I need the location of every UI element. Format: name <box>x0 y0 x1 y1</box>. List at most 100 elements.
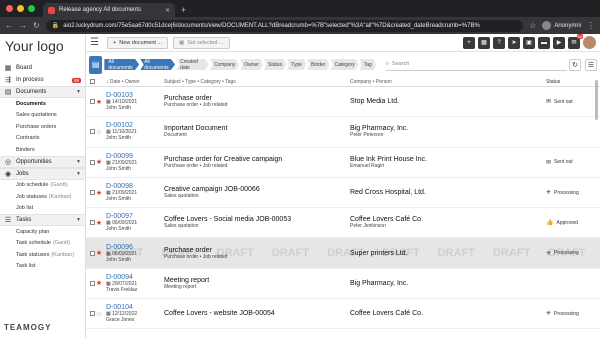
sidebar-subitem[interactable]: Purchase orders <box>0 121 85 133</box>
filter-crumb[interactable]: Owner <box>240 59 263 70</box>
filter-crumb[interactable]: Company <box>209 59 240 70</box>
chat-icon[interactable]: ▬ <box>538 36 550 49</box>
collapse-caret-icon[interactable]: ▼ <box>76 159 81 165</box>
select-all-checkbox[interactable] <box>90 79 95 84</box>
subject-text[interactable]: Creative campaign JOB-00066 <box>164 186 350 193</box>
sidebar-item[interactable]: ⇶ In process 88 <box>0 74 85 86</box>
hamburger-icon[interactable]: ☰ <box>90 37 102 48</box>
filter-crumb[interactable]: All documents <box>140 59 176 70</box>
star-filled-icon[interactable]: ★ <box>94 249 104 257</box>
reload-icon[interactable]: ↻ <box>33 21 40 30</box>
subject-text[interactable]: Purchase order <box>164 247 350 254</box>
subject-text[interactable]: Coffee Lovers - website JOB-00054 <box>164 310 350 317</box>
table-row[interactable]: ★ D-00097 ▦ 06/09/2021 John Smith Coffee… <box>86 208 600 239</box>
subject-text[interactable]: Coffee Lovers - Social media JOB-00053 <box>164 216 350 223</box>
account-chip[interactable]: Anonymni <box>542 21 581 30</box>
sidebar-subitem[interactable]: Job list <box>0 203 85 215</box>
filter-crumb[interactable]: Binder <box>307 59 330 70</box>
document-number-link[interactable]: D-00097 <box>106 213 156 220</box>
document-number-link[interactable]: D-00102 <box>106 122 156 129</box>
sidebar-subitem[interactable]: Task list <box>0 261 85 273</box>
set-selected-button[interactable]: ▦ Set selected ... <box>173 36 230 49</box>
document-number-link[interactable]: D-00104 <box>106 304 156 311</box>
table-row[interactable]: ★ D-00103 ▦ 14/10/2021 John Smith Purcha… <box>86 87 600 118</box>
sidebar-item[interactable]: ☰ Tasks ▼ <box>0 214 85 226</box>
header-subject[interactable]: Subject • Type • Category • Tags <box>156 79 350 85</box>
table-row[interactable]: ★ D-00094 ▦ 29/07/2021 Travis Freklaz Me… <box>86 269 600 300</box>
company-name[interactable]: Red Cross Hospital, Ltd. <box>350 189 544 196</box>
sidebar-item[interactable]: ▦ Board <box>0 62 85 74</box>
collapse-caret-icon[interactable]: ▼ <box>76 217 81 223</box>
company-name[interactable]: Coffee Lovers Café Co. <box>350 216 544 223</box>
header-number[interactable]: ↓ Date • Owner <box>104 79 156 85</box>
filter-crumb[interactable]: All documents <box>104 59 140 70</box>
table-row[interactable]: ★ D-00099 ▦ 21/09/2021 John Smith Purcha… <box>86 148 600 178</box>
star-filled-icon[interactable]: ★ <box>94 189 104 197</box>
sidebar-subitem[interactable]: Documents <box>0 98 85 110</box>
filter-crumb[interactable]: Tag <box>359 59 376 70</box>
document-number-link[interactable]: D-00096 <box>106 244 156 251</box>
list-view-icon[interactable]: ☰ <box>585 58 597 71</box>
subject-text[interactable]: Meeting report <box>164 277 350 284</box>
document-number-link[interactable]: D-00098 <box>106 183 156 190</box>
back-icon[interactable]: ← <box>5 21 13 30</box>
send-icon[interactable]: ➤ <box>508 36 520 49</box>
document-number-link[interactable]: D-00094 <box>106 274 156 281</box>
new-tab-button[interactable]: + <box>181 3 186 17</box>
notifications-icon[interactable]: ✉ 88 <box>568 33 583 49</box>
company-name[interactable]: Big Pharmacy, Inc. <box>350 280 544 287</box>
subject-text[interactable]: Important Document <box>164 125 350 132</box>
star-filled-icon[interactable]: ★ <box>94 158 104 166</box>
close-window-icon[interactable] <box>6 5 13 12</box>
subject-text[interactable]: Purchase order for Creative campaign <box>164 156 350 163</box>
table-row[interactable]: ★ D-00096 ▦ 06/09/2021 John Smith Purcha… <box>86 238 600 269</box>
collapse-caret-icon[interactable]: ▼ <box>76 171 81 177</box>
table-row[interactable]: ★ D-00098 ▦ 21/09/2021 John Smith Creati… <box>86 178 600 209</box>
new-document-button[interactable]: + New document ... <box>107 36 169 49</box>
sidebar-subitem[interactable]: Job statuses (Kanban) <box>0 191 85 203</box>
search-field[interactable]: ⌕ Search <box>385 59 567 71</box>
star-empty-icon[interactable]: ☆ <box>94 310 104 318</box>
sidebar-item[interactable]: ▤ Documents ▼ <box>0 86 85 98</box>
document-number-link[interactable]: D-00099 <box>106 153 156 160</box>
company-name[interactable]: Super printers Ltd. <box>350 250 544 257</box>
sidebar-item[interactable]: ◉ Jobs ▼ <box>0 167 85 180</box>
sidebar-subitem[interactable]: Contracts <box>0 133 85 145</box>
star-filled-icon[interactable]: ★ <box>94 98 104 106</box>
refresh-icon[interactable]: ↻ <box>569 58 581 71</box>
minimize-window-icon[interactable] <box>17 5 24 12</box>
filter-crumb[interactable]: Status <box>263 59 287 70</box>
bookmark-icon[interactable]: ☆ <box>529 21 536 30</box>
document-number-link[interactable]: D-00103 <box>106 92 156 99</box>
sidebar-item[interactable]: ◎ Opportunities ▼ <box>0 155 85 168</box>
company-name[interactable]: Stop Media Ltd. <box>350 98 544 105</box>
filter-crumb[interactable]: Created date <box>176 59 209 70</box>
sidebar-subitem[interactable]: Task statuses (Kanban) <box>0 249 85 261</box>
browser-tab[interactable]: Release agency All documents ✕ <box>43 3 175 17</box>
add-icon[interactable]: + <box>463 36 475 49</box>
star-empty-icon[interactable]: ☆ <box>94 128 104 136</box>
sidebar-subitem[interactable]: Binders <box>0 144 85 156</box>
video-icon[interactable]: ▶ <box>553 36 565 49</box>
scrollbar[interactable] <box>595 80 598 120</box>
company-name[interactable]: Coffee Lovers Café Co. <box>350 310 544 317</box>
company-name[interactable]: Big Pharmacy, Inc. <box>350 125 544 132</box>
maximize-window-icon[interactable] <box>28 5 35 12</box>
url-field[interactable]: 🔒 aio2.luckydrum.com/75e5aa67d0c51dce|6/d… <box>45 19 524 32</box>
help-icon[interactable]: ? <box>493 36 505 49</box>
company-name[interactable]: Blue Ink Print House Inc. <box>350 156 544 163</box>
filter-crumb[interactable]: Type <box>287 59 307 70</box>
menu-kebab-icon[interactable]: ⋮ <box>587 21 595 30</box>
sidebar-subitem[interactable]: Job schedule (Gantt) <box>0 180 85 192</box>
forward-icon[interactable]: → <box>19 21 27 30</box>
sidebar-subitem[interactable]: Capacity plan <box>0 226 85 238</box>
table-row[interactable]: ☆ D-00104 ▦ 12/12/2022 Grace Jones Coffe… <box>86 299 600 330</box>
subject-text[interactable]: Purchase order <box>164 95 350 102</box>
user-avatar[interactable] <box>583 36 596 49</box>
star-filled-icon[interactable]: ★ <box>94 279 104 287</box>
sidebar-subitem[interactable]: Sales quotations <box>0 110 85 122</box>
header-status[interactable]: Status <box>544 79 600 85</box>
header-company[interactable]: Company • Person <box>350 79 544 85</box>
sidebar-subitem[interactable]: Task schedule (Gantt) <box>0 238 85 250</box>
calendar-icon[interactable]: ▣ <box>523 36 535 49</box>
